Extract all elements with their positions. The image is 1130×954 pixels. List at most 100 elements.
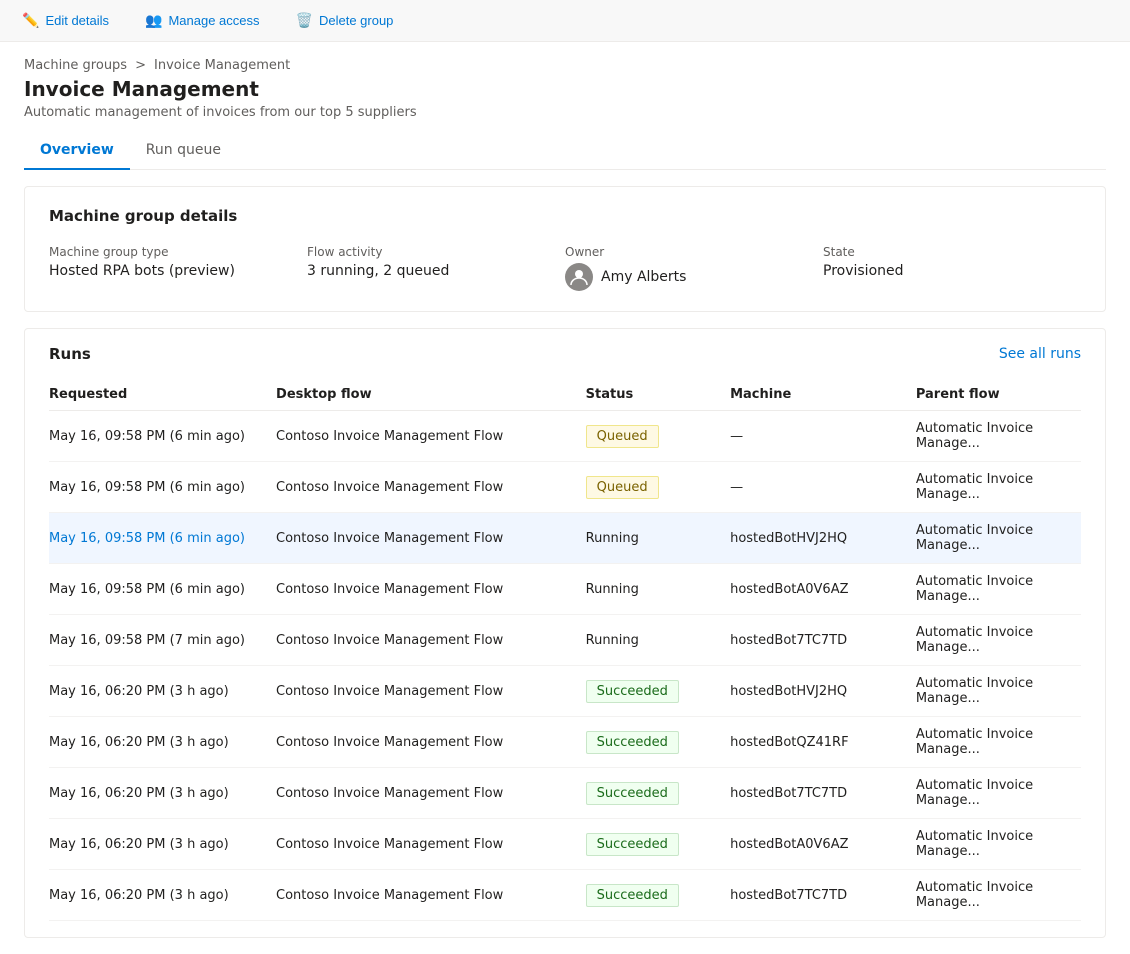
table-row[interactable]: May 16, 09:58 PM (6 min ago) Contoso Inv… [49, 411, 1081, 462]
cell-desktop-flow: Contoso Invoice Management Flow [276, 819, 586, 870]
runs-card: Runs See all runs Requested Desktop flow… [24, 328, 1106, 938]
status-badge: Queued [586, 425, 659, 448]
avatar [565, 263, 593, 291]
cell-parent-flow: Automatic Invoice Manage... [916, 411, 1081, 462]
status-badge: Running [586, 633, 639, 648]
table-row[interactable]: May 16, 06:20 PM (3 h ago) Contoso Invoi… [49, 819, 1081, 870]
status-badge: Queued [586, 476, 659, 499]
edit-label: Edit details [45, 13, 109, 28]
cell-requested: May 16, 06:20 PM (3 h ago) [49, 819, 276, 870]
col-header-desktop-flow: Desktop flow [276, 379, 586, 411]
status-badge: Succeeded [586, 731, 679, 754]
cell-requested: May 16, 09:58 PM (7 min ago) [49, 615, 276, 666]
manage-label: Manage access [168, 13, 259, 28]
flow-activity-value: 3 running, 2 queued [307, 263, 565, 279]
tabs-container: Overview Run queue [24, 132, 1106, 170]
cell-machine: hostedBotHVJ2HQ [730, 666, 916, 717]
status-badge: Succeeded [586, 782, 679, 805]
table-row[interactable]: May 16, 09:58 PM (6 min ago) Contoso Inv… [49, 564, 1081, 615]
page-title: Invoice Management [24, 77, 1106, 101]
cell-machine: hostedBotA0V6AZ [730, 819, 916, 870]
cell-parent-flow: Automatic Invoice Manage... [916, 717, 1081, 768]
breadcrumb: Machine groups > Invoice Management [24, 58, 1106, 73]
owner-label: Owner [565, 245, 823, 259]
see-all-runs-link[interactable]: See all runs [999, 346, 1081, 362]
table-header-row: Requested Desktop flow Status Machine Pa… [49, 379, 1081, 411]
toolbar: ✏️ Edit details 👥 Manage access 🗑️ Delet… [0, 0, 1130, 42]
cell-parent-flow: Automatic Invoice Manage... [916, 666, 1081, 717]
table-row[interactable]: May 16, 09:58 PM (6 min ago) Contoso Inv… [49, 513, 1081, 564]
cell-desktop-flow: Contoso Invoice Management Flow [276, 717, 586, 768]
cell-requested: May 16, 09:58 PM (6 min ago) [49, 564, 276, 615]
tab-overview[interactable]: Overview [24, 132, 130, 170]
manage-icon: 👥 [145, 12, 162, 29]
cell-parent-flow: Automatic Invoice Manage... [916, 615, 1081, 666]
status-badge: Running [586, 531, 639, 546]
status-badge: Succeeded [586, 833, 679, 856]
cell-status: Running [586, 564, 730, 615]
detail-owner: Owner Amy Alberts [565, 245, 823, 291]
col-header-requested: Requested [49, 379, 276, 411]
detail-machine-type: Machine group type Hosted RPA bots (prev… [49, 245, 307, 291]
cell-parent-flow: Automatic Invoice Manage... [916, 462, 1081, 513]
delete-group-button[interactable]: 🗑️ Delete group [290, 8, 400, 33]
col-header-parent-flow: Parent flow [916, 379, 1081, 411]
cell-desktop-flow: Contoso Invoice Management Flow [276, 462, 586, 513]
runs-title: Runs [49, 345, 91, 363]
cell-parent-flow: Automatic Invoice Manage... [916, 870, 1081, 921]
cell-requested: May 16, 06:20 PM (3 h ago) [49, 768, 276, 819]
cell-desktop-flow: Contoso Invoice Management Flow [276, 615, 586, 666]
cell-status: Succeeded [586, 666, 730, 717]
state-label: State [823, 245, 1081, 259]
cell-machine: hostedBot7TC7TD [730, 870, 916, 921]
cell-machine: hostedBotA0V6AZ [730, 564, 916, 615]
delete-icon: 🗑️ [296, 12, 313, 29]
breadcrumb-parent[interactable]: Machine groups [24, 58, 127, 73]
page-header: Machine groups > Invoice Management Invo… [0, 42, 1130, 170]
cell-desktop-flow: Contoso Invoice Management Flow [276, 564, 586, 615]
machine-type-label: Machine group type [49, 245, 307, 259]
cell-requested: May 16, 06:20 PM (3 h ago) [49, 870, 276, 921]
cell-status: Succeeded [586, 717, 730, 768]
edit-details-button[interactable]: ✏️ Edit details [16, 8, 115, 33]
details-grid: Machine group type Hosted RPA bots (prev… [49, 245, 1081, 291]
cell-desktop-flow: Contoso Invoice Management Flow [276, 768, 586, 819]
cell-requested: May 16, 06:20 PM (3 h ago) [49, 666, 276, 717]
cell-parent-flow: Automatic Invoice Manage... [916, 819, 1081, 870]
cell-desktop-flow: Contoso Invoice Management Flow [276, 870, 586, 921]
table-row[interactable]: May 16, 06:20 PM (3 h ago) Contoso Invoi… [49, 768, 1081, 819]
manage-access-button[interactable]: 👥 Manage access [139, 8, 266, 33]
cell-machine: — [730, 411, 916, 462]
cell-status: Running [586, 615, 730, 666]
cell-status: Succeeded [586, 870, 730, 921]
runs-table: Requested Desktop flow Status Machine Pa… [49, 379, 1081, 921]
cell-parent-flow: Automatic Invoice Manage... [916, 564, 1081, 615]
cell-desktop-flow: Contoso Invoice Management Flow [276, 666, 586, 717]
owner-name: Amy Alberts [601, 269, 686, 285]
cell-requested: May 16, 09:58 PM (6 min ago) [49, 411, 276, 462]
cell-status: Running [586, 513, 730, 564]
table-row[interactable]: May 16, 06:20 PM (3 h ago) Contoso Invoi… [49, 717, 1081, 768]
cell-requested: May 16, 09:58 PM (6 min ago) [49, 462, 276, 513]
machine-type-value: Hosted RPA bots (preview) [49, 263, 307, 279]
tab-run-queue[interactable]: Run queue [130, 132, 237, 170]
cell-machine: hostedBotHVJ2HQ [730, 513, 916, 564]
table-row[interactable]: May 16, 06:20 PM (3 h ago) Contoso Invoi… [49, 666, 1081, 717]
status-badge: Running [586, 582, 639, 597]
cell-desktop-flow: Contoso Invoice Management Flow [276, 411, 586, 462]
table-row[interactable]: May 16, 09:58 PM (6 min ago) Contoso Inv… [49, 462, 1081, 513]
col-header-machine: Machine [730, 379, 916, 411]
breadcrumb-current: Invoice Management [154, 58, 290, 73]
breadcrumb-separator: > [135, 58, 146, 73]
owner-value: Amy Alberts [565, 263, 823, 291]
page-subtitle: Automatic management of invoices from ou… [24, 105, 1106, 120]
cell-parent-flow: Automatic Invoice Manage... [916, 768, 1081, 819]
state-value: Provisioned [823, 263, 1081, 279]
table-row[interactable]: May 16, 09:58 PM (7 min ago) Contoso Inv… [49, 615, 1081, 666]
table-row[interactable]: May 16, 06:20 PM (3 h ago) Contoso Invoi… [49, 870, 1081, 921]
main-content: Machine group details Machine group type… [0, 170, 1130, 954]
cell-machine: — [730, 462, 916, 513]
detail-flow-activity: Flow activity 3 running, 2 queued [307, 245, 565, 291]
cell-requested: May 16, 09:58 PM (6 min ago) [49, 513, 276, 564]
col-header-status: Status [586, 379, 730, 411]
